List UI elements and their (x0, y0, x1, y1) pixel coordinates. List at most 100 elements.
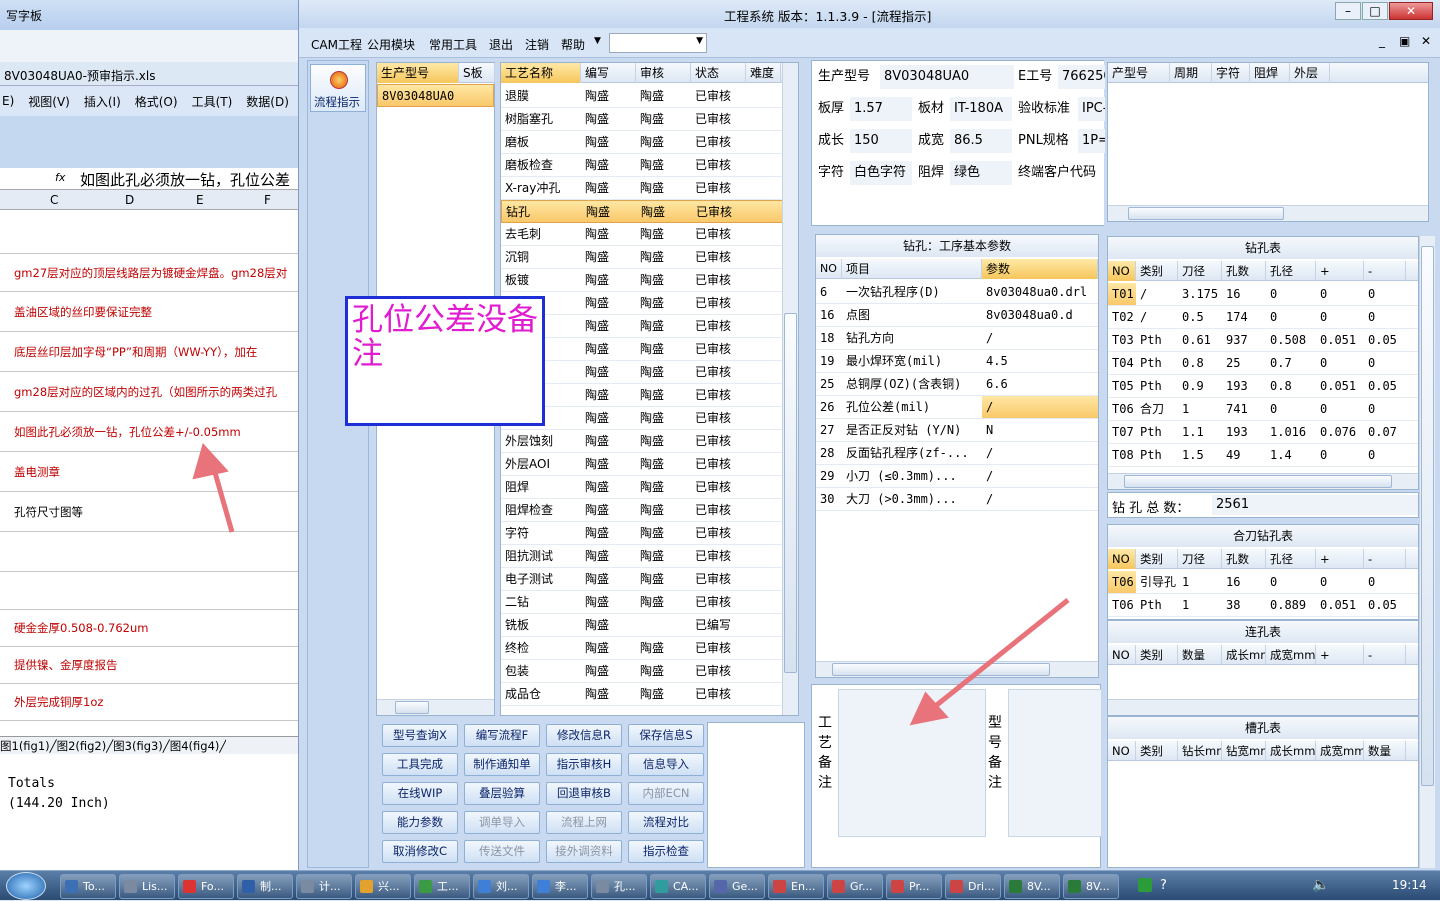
col-s-board[interactable]: S板 (459, 63, 495, 83)
taskbar-item[interactable]: Gr... (827, 874, 883, 899)
taskbar-item[interactable]: 工... (414, 874, 470, 899)
param-cell[interactable]: 8v03048ua0.drl (982, 281, 1098, 303)
help-icon[interactable]: ? (1160, 878, 1167, 893)
menu-logout[interactable]: 注销 (525, 36, 549, 53)
process-row[interactable]: 膜陶盛陶盛已审核 (501, 361, 798, 384)
table-col[interactable]: + (1316, 261, 1364, 281)
action-button[interactable]: 指示审核H (546, 753, 622, 776)
taskbar-item[interactable]: 李... (532, 874, 588, 899)
action-button[interactable]: 型号查询X (382, 724, 458, 747)
excel-row[interactable]: 提供镍、金厚度报告 (0, 647, 300, 684)
table-col[interactable]: 孔径 (1266, 261, 1316, 281)
param-cell[interactable]: 6.6 (982, 373, 1098, 395)
action-button[interactable]: 叠层验算 (464, 782, 540, 805)
process-row[interactable]: 查陶盛陶盛已审核 (501, 315, 798, 338)
process-row[interactable]: 阻焊检查 陶盛 陶盛 已审核 (501, 499, 798, 522)
excel-row[interactable]: 外层完成铜厚1oz (0, 684, 300, 721)
maximize-button[interactable]: □ (1362, 2, 1388, 20)
table-col[interactable]: 类别 (1136, 645, 1178, 665)
scroll-thumb[interactable] (1128, 207, 1284, 220)
close-button[interactable]: ✕ (1389, 2, 1433, 20)
col-model[interactable]: 产型号 (1108, 63, 1170, 83)
mdi-close-button[interactable]: ✕ (1421, 34, 1431, 48)
model-hscroll[interactable] (377, 699, 494, 715)
param-cell[interactable]: / (982, 396, 1098, 418)
param-row[interactable]: 25 总铜厚(OZ)(含表铜) 6.6 (816, 373, 1098, 396)
col-production-model[interactable]: 生产型号 (377, 63, 459, 83)
mdi-restore-button[interactable]: ▣ (1399, 34, 1410, 48)
menu-common-tools[interactable]: 常用工具 (429, 36, 477, 53)
drill-row[interactable]: T06 Pth 1 38 0.889 0.051 0.05 (1108, 594, 1418, 617)
table-col[interactable]: NO (1108, 645, 1136, 665)
process-row[interactable]: 退膜 陶盛 陶盛 已审核 (501, 85, 798, 108)
param-row[interactable]: 19 最小焊环宽(mil) 4.5 (816, 350, 1098, 373)
excel-menu-format[interactable]: 格式(O) (135, 93, 178, 110)
action-button[interactable]: 指示检查 (628, 840, 704, 863)
process-row[interactable]: 去毛刺 陶盛 陶盛 已审核 (501, 223, 798, 246)
volume-icon[interactable]: 🔈 (1312, 877, 1329, 893)
process-row[interactable]: 金陶盛陶盛已审核 (501, 407, 798, 430)
table-col[interactable]: + (1316, 645, 1364, 665)
action-button[interactable]: 流程上网 (546, 811, 622, 834)
taskbar-item[interactable]: Lis... (119, 874, 175, 899)
excel-menu-insert[interactable]: 插入(I) (84, 93, 121, 110)
table-col[interactable]: 钻宽mm (1222, 741, 1266, 761)
action-button[interactable]: 修改信息R (546, 724, 622, 747)
col-c[interactable]: C (50, 193, 58, 207)
process-row[interactable]: 铣板 陶盛 已编写 (501, 614, 798, 637)
table-col[interactable]: - (1364, 645, 1406, 665)
taskbar-item[interactable]: 孔... (591, 874, 647, 899)
taskbar-item[interactable]: 8V... (1063, 874, 1119, 899)
taskbar-item[interactable]: 制... (237, 874, 293, 899)
excel-row[interactable]: 底层丝印层加字母“PP”和周期（WW-YY），加在 (0, 332, 300, 372)
table-col[interactable]: - (1364, 549, 1406, 569)
col-mask[interactable]: 阻焊 (1250, 63, 1290, 83)
table-col[interactable]: 数量 (1364, 741, 1406, 761)
col-cycle[interactable]: 周期 (1170, 63, 1212, 83)
process-row[interactable]: 字符 陶盛 陶盛 已审核 (501, 522, 798, 545)
table-col[interactable]: 刀径 (1178, 261, 1222, 281)
param-cell[interactable]: 8v03048ua0.d (982, 304, 1098, 326)
table-col[interactable]: 孔数 (1222, 549, 1266, 569)
param-row[interactable]: 18 钻孔方向 / (816, 327, 1098, 350)
excel-row[interactable]: gm28层对应的区域内的过孔（如图所示的两类过孔 (0, 372, 300, 412)
pnl-field[interactable]: 1P= (1078, 129, 1105, 153)
conn-hscroll[interactable] (1108, 699, 1418, 715)
drill-row[interactable]: T07 Pth 1.1 193 1.016 0.076 0.07 (1108, 421, 1418, 444)
excel-row[interactable]: 孔符尺寸图等 (0, 492, 300, 532)
action-button[interactable]: 传送文件 (464, 840, 540, 863)
model-field[interactable]: 8V03048UA0 (880, 65, 1014, 89)
action-button[interactable]: 保存信息S (628, 724, 704, 747)
col-reviewer[interactable]: 审核 (636, 63, 691, 83)
excel-row[interactable]: gm27层对应的顶层线路层为镀硬金焊盘。gm28层对 (0, 254, 300, 292)
mask-field[interactable]: 绿色 (950, 161, 1012, 185)
action-button[interactable]: 能力参数 (382, 811, 458, 834)
thickness-field[interactable]: 1.57 (850, 97, 912, 121)
process-row[interactable]: 阻焊 陶盛 陶盛 已审核 (501, 476, 798, 499)
excel-row[interactable]: 盖油区域的丝印要保证完整 (0, 292, 300, 332)
menu-common-module[interactable]: 公用模块 (367, 36, 415, 53)
col-difficulty[interactable]: 难度 (746, 63, 781, 83)
param-cell[interactable]: / (982, 442, 1098, 464)
drill-row[interactable]: T06 引导孔 1 16 0 0 0 (1108, 571, 1418, 594)
taskbar-item[interactable]: 兴... (355, 874, 411, 899)
col-item[interactable]: 项目 (842, 259, 982, 279)
process-row[interactable]: 电子测试 陶盛 陶盛 已审核 (501, 568, 798, 591)
menu-help[interactable]: 帮助 (561, 36, 585, 53)
table-col[interactable]: 孔数 (1222, 261, 1266, 281)
param-row[interactable]: 28 反面钻孔程序(zf-... / (816, 442, 1098, 465)
col-char[interactable]: 字符 (1212, 63, 1250, 83)
right-vscroll[interactable] (1419, 236, 1435, 868)
taskbar-item[interactable]: Pr... (886, 874, 942, 899)
process-row[interactable]: 钻孔 陶盛 陶盛 已审核 (501, 200, 798, 223)
process-vscroll[interactable] (782, 63, 798, 715)
table-col[interactable]: 类别 (1136, 741, 1178, 761)
col-e[interactable]: E (196, 193, 204, 207)
table-col[interactable]: 成宽mm (1316, 741, 1364, 761)
col-writer[interactable]: 编写 (581, 63, 636, 83)
taskbar-item[interactable]: 计... (296, 874, 352, 899)
excel-menu-data[interactable]: 数据(D) (246, 93, 289, 110)
excel-row[interactable] (0, 210, 300, 254)
formula-content[interactable]: 如图此孔必须放一钻，孔位公差 (80, 169, 300, 190)
col-param[interactable]: 参数 (982, 259, 1098, 279)
